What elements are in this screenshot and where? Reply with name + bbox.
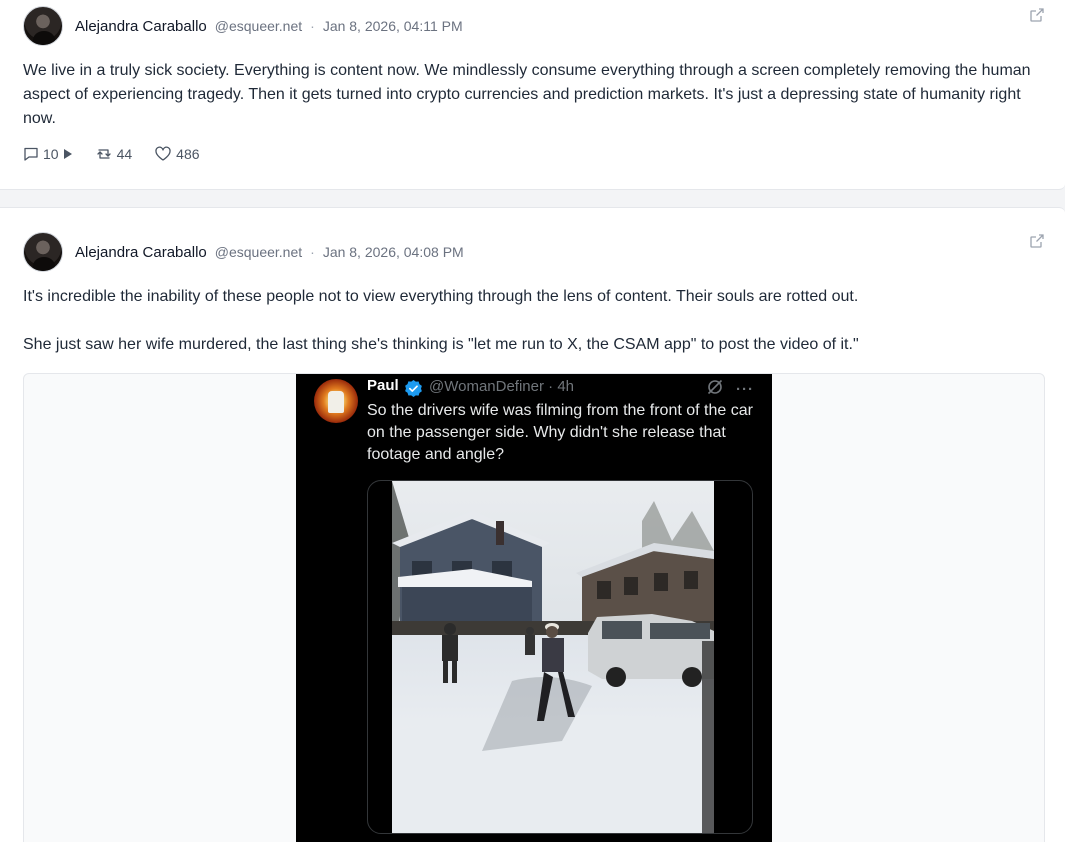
reply-icon (23, 146, 39, 162)
embed-handle-time: @WomanDefiner · 4h (429, 378, 575, 395)
post-timestamp[interactable]: Jan 8, 2026, 04:08 PM (323, 244, 464, 260)
avatar[interactable] (23, 232, 63, 272)
separator-dot: · (310, 18, 315, 34)
post-timestamp[interactable]: Jan 8, 2026, 04:11 PM (323, 18, 463, 34)
author-handle[interactable]: @esqueer.net (215, 244, 302, 260)
play-icon[interactable] (63, 148, 73, 160)
embed-author-name: Paul (367, 377, 399, 394)
post-text: We live in a truly sick society. Everyth… (23, 62, 1031, 127)
author-name[interactable]: Alejandra Caraballo (75, 18, 207, 35)
reply-button[interactable]: 10 (23, 146, 73, 162)
separator-dot: · (310, 244, 315, 260)
repost-button[interactable]: 44 (95, 146, 133, 162)
avatar[interactable] (23, 6, 63, 46)
more-icon: ··· (736, 381, 754, 398)
author-name[interactable]: Alejandra Caraballo (75, 244, 207, 261)
like-button[interactable]: 486 (154, 146, 200, 162)
embed-icons: ··· (706, 378, 754, 401)
author-handle[interactable]: @esqueer.net (215, 18, 302, 34)
reply-count: 10 (43, 146, 59, 162)
embed-text: So the drivers wife was filming from the… (367, 402, 753, 463)
post-paragraph: It's incredible the inability of these p… (23, 288, 859, 305)
repost-count: 44 (116, 146, 133, 162)
external-link-icon[interactable] (1029, 233, 1045, 249)
post-card[interactable]: Alejandra Caraballo @esqueer.net · Jan 8… (0, 207, 1065, 842)
media-attachment[interactable]: Paul @WomanDefiner · 4h ··· So the drive… (23, 373, 1045, 842)
post-actions: 10 44 486 (23, 146, 200, 162)
post-card[interactable]: Alejandra Caraballo @esqueer.net · Jan 8… (0, 0, 1065, 190)
embedded-screenshot[interactable]: Paul @WomanDefiner · 4h ··· So the drive… (296, 374, 772, 842)
external-link-icon[interactable] (1029, 7, 1045, 23)
post-feed: Alejandra Caraballo @esqueer.net · Jan 8… (0, 0, 1065, 842)
post-paragraph: She just saw her wife murdered, the last… (23, 336, 859, 353)
post-header: Alejandra Caraballo @esqueer.net · Jan 8… (23, 6, 463, 46)
embed-avatar (314, 379, 358, 423)
video-thumbnail[interactable] (367, 480, 753, 834)
like-count: 486 (176, 146, 200, 162)
post-header: Alejandra Caraballo @esqueer.net · Jan 8… (23, 232, 464, 272)
grok-icon (706, 378, 724, 401)
repost-icon (95, 146, 113, 162)
heart-icon (154, 146, 172, 162)
